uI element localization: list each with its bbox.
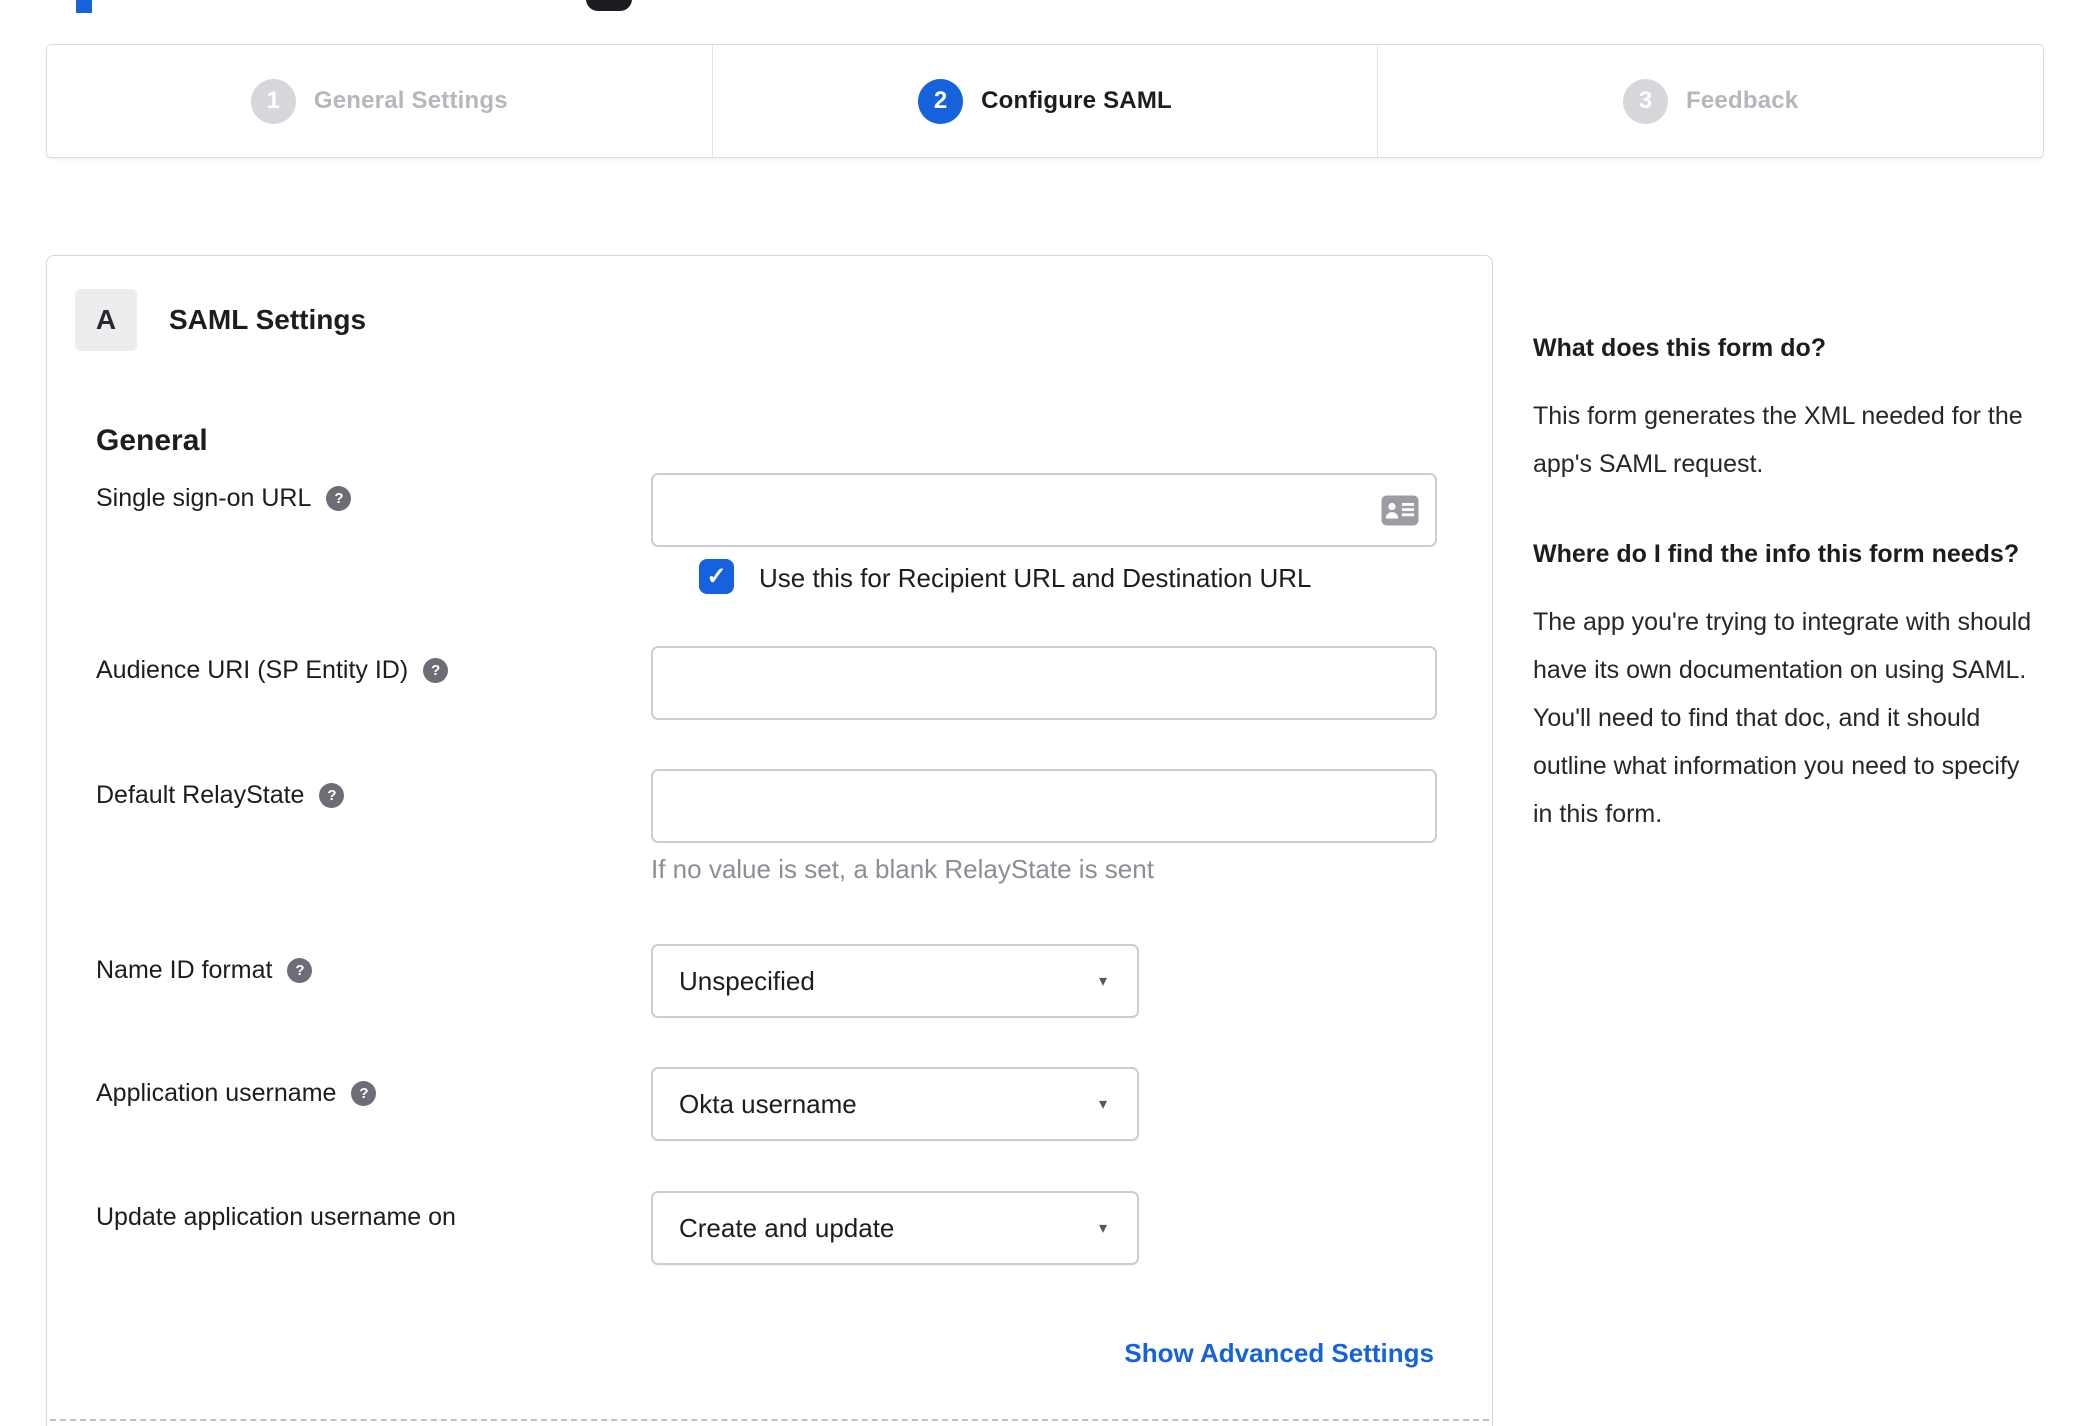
help-body: This form generates the XML needed for t… (1533, 402, 2023, 478)
checkmark-icon: ✓ (706, 563, 727, 590)
audience-uri-label: Audience URI (SP Entity ID) ? (96, 656, 449, 685)
help-body: The app you're trying to integrate with … (1533, 608, 2032, 828)
show-advanced-settings-link[interactable]: Show Advanced Settings (1124, 1338, 1434, 1369)
question-glyph: ? (359, 1085, 369, 1102)
audience-uri-input[interactable] (651, 646, 1437, 720)
step-label: Configure SAML (981, 87, 1172, 114)
name-id-format-label: Name ID format ? (96, 956, 313, 985)
select-value: Create and update (679, 1212, 895, 1243)
configure-saml-page: 1 General Settings 2 Configure SAML 3 Fe… (0, 0, 2092, 1426)
single-sign-on-url-input[interactable] (651, 473, 1437, 547)
step-number-badge: 2 (918, 78, 964, 124)
cutoff-title-fragment (76, 0, 92, 13)
select-value: Unspecified (679, 965, 815, 996)
recipient-url-checkbox[interactable]: ✓ (699, 559, 734, 594)
wizard-stepper: 1 General Settings 2 Configure SAML 3 Fe… (46, 44, 2044, 158)
field-label: Application username (96, 1079, 337, 1107)
step-feedback: 3 Feedback (1377, 45, 2043, 157)
section-divider (50, 1419, 1489, 1421)
recipient-url-checkbox-label: Use this for Recipient URL and Destinati… (759, 563, 1312, 593)
help-section-what: What does this form do? This form genera… (1533, 326, 2043, 488)
help-icon[interactable]: ? (351, 1081, 377, 1106)
select-value: Okta username (679, 1088, 857, 1119)
application-username-label: Application username ? (96, 1079, 377, 1108)
help-icon[interactable]: ? (287, 958, 313, 983)
chevron-down-icon: ▾ (1098, 973, 1107, 990)
help-section-where: Where do I find the info this form needs… (1533, 532, 2043, 838)
chevron-down-icon: ▾ (1098, 1220, 1107, 1237)
chevron-down-icon: ▾ (1098, 1096, 1107, 1113)
help-heading: Where do I find the info this form needs… (1533, 540, 2020, 568)
step-number-badge: 3 (1623, 78, 1669, 124)
name-id-format-select[interactable]: Unspecified ▾ (651, 944, 1139, 1018)
help-icon[interactable]: ? (319, 783, 345, 808)
field-label: Single sign-on URL (96, 484, 312, 512)
single-sign-on-url-label: Single sign-on URL ? (96, 484, 352, 513)
help-icon[interactable]: ? (423, 658, 449, 683)
section-title: SAML Settings (169, 304, 367, 335)
step-label: Feedback (1686, 87, 1799, 114)
saml-settings-panel: A SAML Settings General Single sign-on U… (46, 255, 1493, 1426)
update-username-on-select[interactable]: Create and update ▾ (651, 1191, 1139, 1265)
relaystate-hint: If no value is set, a blank RelayState i… (651, 854, 1154, 884)
update-username-on-label: Update application username on (96, 1203, 456, 1232)
general-group-title: General (96, 424, 208, 457)
step-number-badge: 1 (250, 78, 296, 124)
default-relaystate-input[interactable] (651, 769, 1437, 843)
cutoff-lock-icon (586, 0, 632, 11)
field-label: Update application username on (96, 1203, 456, 1231)
default-relaystate-label: Default RelayState ? (96, 781, 345, 810)
help-icon[interactable]: ? (326, 486, 352, 511)
help-sidebar: What does this form do? This form genera… (1533, 326, 2043, 838)
step-configure-saml[interactable]: 2 Configure SAML (711, 45, 1378, 157)
field-label: Audience URI (SP Entity ID) (96, 656, 409, 684)
section-a-badge: A (75, 289, 137, 351)
contact-card-icon[interactable] (1381, 495, 1419, 526)
question-glyph: ? (334, 490, 344, 507)
step-label: General Settings (313, 87, 508, 114)
application-username-select[interactable]: Okta username ▾ (651, 1067, 1139, 1141)
step-general-settings[interactable]: 1 General Settings (47, 45, 712, 157)
question-glyph: ? (327, 787, 337, 804)
field-label: Name ID format (96, 956, 273, 984)
question-glyph: ? (295, 962, 305, 979)
help-heading: What does this form do? (1533, 334, 1827, 362)
field-label: Default RelayState (96, 781, 305, 809)
question-glyph: ? (431, 662, 441, 679)
